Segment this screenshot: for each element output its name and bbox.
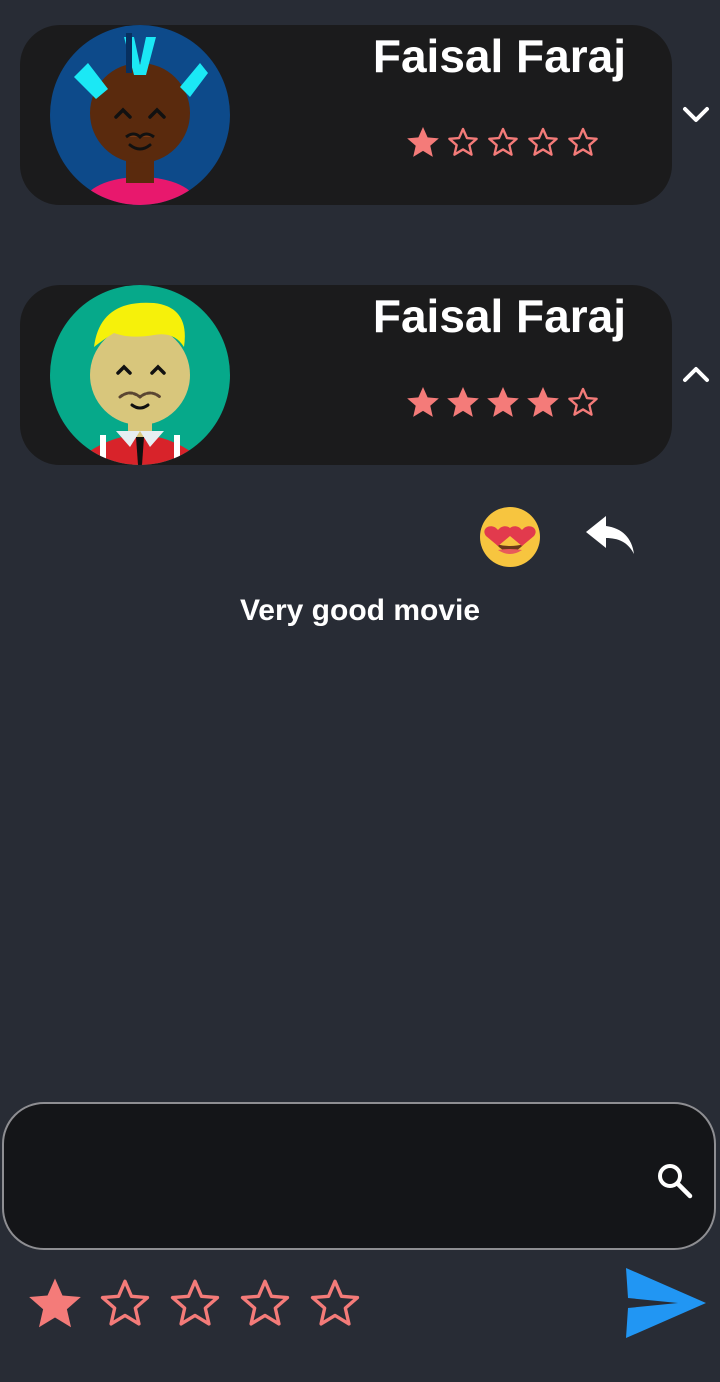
star-filled-icon[interactable] xyxy=(24,1272,86,1334)
star-outline-icon xyxy=(568,127,598,156)
star-filled-icon xyxy=(487,386,519,417)
star-outline-icon[interactable] xyxy=(234,1272,296,1334)
review-rating xyxy=(404,383,602,421)
star-filled-icon xyxy=(527,386,559,417)
star-outline-icon xyxy=(488,127,518,156)
avatar xyxy=(50,285,230,465)
rating-input[interactable] xyxy=(24,1272,366,1334)
send-icon[interactable] xyxy=(624,1266,708,1340)
reviewer-name: Faisal Faraj xyxy=(372,30,626,82)
star-outline-icon xyxy=(528,127,558,156)
reviewer-name: Faisal Faraj xyxy=(372,290,626,342)
avatar-blue-dark-skin-cyan-hair-icon xyxy=(50,25,230,205)
review-comment: Very good movie xyxy=(239,594,481,627)
comment-input-box[interactable] xyxy=(2,1102,716,1250)
chevron-up-icon[interactable] xyxy=(676,354,716,394)
review-card[interactable]: Faisal Faraj xyxy=(20,285,672,465)
review-card[interactable]: Faisal Faraj xyxy=(20,25,672,205)
star-filled-icon xyxy=(407,126,439,157)
search-icon[interactable] xyxy=(654,1160,694,1200)
star-filled-icon xyxy=(447,386,479,417)
star-outline-icon xyxy=(568,387,598,416)
star-filled-icon xyxy=(407,386,439,417)
comment-input[interactable] xyxy=(34,1148,638,1210)
star-outline-icon[interactable] xyxy=(94,1272,156,1334)
review-rating xyxy=(404,123,602,161)
reply-arrow-icon[interactable] xyxy=(584,512,636,560)
heart-eyes-emoji-icon[interactable] xyxy=(478,504,542,568)
star-outline-icon xyxy=(448,127,478,156)
avatar-teal-blonde-hair-icon xyxy=(50,285,230,465)
star-outline-icon[interactable] xyxy=(304,1272,366,1334)
chevron-down-icon[interactable] xyxy=(676,94,716,134)
star-outline-icon[interactable] xyxy=(164,1272,226,1334)
avatar xyxy=(50,25,230,205)
